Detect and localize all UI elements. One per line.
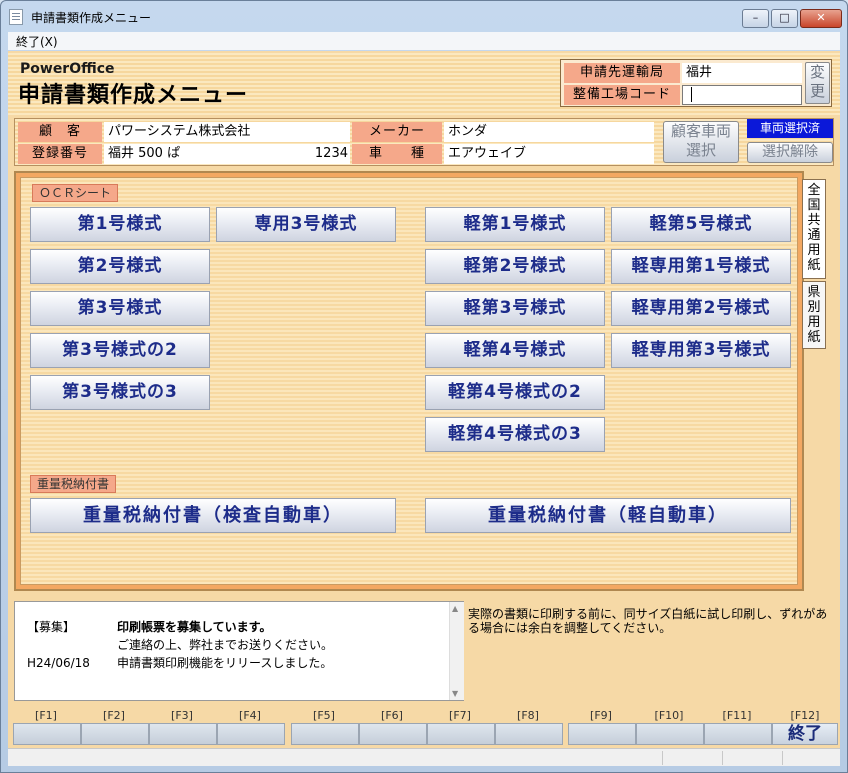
transport-bureau-label: 申請先運輸局 [564,63,680,83]
document-icon [9,9,23,25]
f1-button[interactable] [13,723,81,745]
scroll-down-icon[interactable]: ▼ [452,689,458,698]
forms-panel: ＯＣＲシート 第1号様式 専用3号様式 軽第1号様式 軽第5号様式 第2号様式 … [14,171,804,591]
registration-label: 登録番号 [18,144,102,164]
status-bar [8,748,840,766]
brand-logo: PowerOffice [20,61,115,77]
registration-number: 1234 [314,146,348,161]
fkey-label-f9: [F9] [590,709,612,722]
f9-button[interactable] [568,723,636,745]
news-date: H24/06/18 [27,656,90,670]
light-special-form-2-button[interactable]: 軽専用第2号様式 [611,291,791,326]
page-title: 申請書類作成メニュー [18,83,249,108]
forms-area: ＯＣＲシート 第1号様式 専用3号様式 軽第1号様式 軽第5号様式 第2号様式 … [20,177,798,585]
tab-national-label: 全国共通用紙 [807,183,821,273]
window-title: 申請書類作成メニュー [31,11,152,25]
ocr-section-label: ＯＣＲシート [32,184,119,202]
fkey-label-f3: [F3] [171,709,193,722]
maker-value: ホンダ [444,122,654,142]
minimize-button[interactable]: – [742,9,769,28]
form-3-3-button[interactable]: 第3号様式の3 [30,375,210,410]
scroll-up-icon[interactable]: ▲ [452,604,458,613]
header: PowerOffice 申請書類作成メニュー 申請先運輸局 福井 整備工場コード… [8,53,840,115]
news-tag: 【募集】 [27,620,76,634]
form-3-button[interactable]: 第3号様式 [30,291,210,326]
close-button[interactable]: ✕ [800,9,842,28]
factory-code-label: 整備工場コード [564,85,680,105]
fkey-label-f7: [F7] [449,709,471,722]
news-subtext: ご連絡の上、弊社までお送りください。 [117,638,334,652]
f4-button[interactable] [217,723,285,745]
fkey-label-f6: [F6] [381,709,403,722]
light-form-5-button[interactable]: 軽第5号様式 [611,207,791,242]
light-form-1-button[interactable]: 軽第1号様式 [425,207,605,242]
function-key-bar: [F1] [F2] [F3] [F4] [F5] [F6] [F7] [F8] … [8,707,840,747]
status-cell [722,751,782,765]
tax-light-car-button[interactable]: 重量税納付書（軽自動車） [425,498,791,533]
status-cell [662,751,722,765]
transport-bureau-value: 福井 [682,63,802,83]
title-bar: 申請書類作成メニュー – □ ✕ [1,1,847,31]
tax-inspection-car-button[interactable]: 重量税納付書（検査自動車） [30,498,396,533]
app-window: 申請書類作成メニュー – □ ✕ 終了(X) PowerOffice 申請書類作… [0,0,848,773]
light-form-4-3-button[interactable]: 軽第4号様式の3 [425,417,605,452]
customer-value: パワーシステム株式会社 [104,122,350,142]
fkey-label-f4: [F4] [239,709,261,722]
f2-button[interactable] [81,723,149,745]
fkey-label-f11: [F11] [722,709,752,722]
light-form-2-button[interactable]: 軽第2号様式 [425,249,605,284]
fkey-label-f2: [F2] [103,709,125,722]
customer-panel: 顧 客 パワーシステム株式会社 メーカー ホンダ 登録番号 福井 500 ぱ 1… [14,118,834,166]
f10-button[interactable] [636,723,704,745]
tab-national-forms[interactable]: 全国共通用紙 [802,179,826,279]
client-area: PowerOffice 申請書類作成メニュー 申請先運輸局 福井 整備工場コード… [8,51,840,766]
maximize-button[interactable]: □ [771,9,798,28]
light-form-3-button[interactable]: 軽第3号様式 [425,291,605,326]
light-form-4-button[interactable]: 軽第4号様式 [425,333,605,368]
f5-button[interactable] [291,723,359,745]
f7-button[interactable] [427,723,495,745]
news-release-text: 申請書類印刷機能をリリースしました。 [117,656,333,670]
office-settings: 申請先運輸局 福井 整備工場コード 変更 [560,59,832,107]
f11-button[interactable] [704,723,772,745]
light-special-form-1-button[interactable]: 軽専用第1号様式 [611,249,791,284]
fkey-label-f5: [F5] [313,709,335,722]
f3-button[interactable] [149,723,217,745]
customer-label: 顧 客 [18,122,102,142]
special-form-3-button[interactable]: 専用3号様式 [216,207,396,242]
f6-button[interactable] [359,723,427,745]
fkey-label-f10: [F10] [654,709,684,722]
f12-exit-button[interactable]: 終了 [772,723,838,745]
tax-section-label: 重量税納付書 [30,475,117,493]
tab-prefecture-label: 県別用紙 [807,285,821,345]
menu-exit[interactable]: 終了(X) [16,33,58,50]
maker-label: メーカー [352,122,442,142]
vehicle-selected-badge: 車両選択済 [747,119,833,138]
form-2-button[interactable]: 第2号様式 [30,249,210,284]
light-special-form-3-button[interactable]: 軽専用第3号様式 [611,333,791,368]
model-label: 車 種 [352,144,442,164]
fkey-label-f8: [F8] [517,709,539,722]
news-panel: 【募集】 印刷帳票を募集しています。 ご連絡の上、弊社までお送りください。 H2… [14,601,464,701]
light-form-4-2-button[interactable]: 軽第4号様式の2 [425,375,605,410]
change-button[interactable]: 変更 [805,62,830,104]
factory-code-input[interactable] [682,85,802,105]
clear-selection-button[interactable]: 選択解除 [747,142,833,163]
tab-prefecture-forms[interactable]: 県別用紙 [802,281,826,349]
select-customer-vehicle-button[interactable]: 顧客車両選択 [663,121,739,163]
news-headline: 印刷帳票を募集しています。 [117,620,272,634]
status-cell [782,751,838,765]
print-notice: 実際の書類に印刷する前に、同サイズ白紙に試し印刷し、ずれがある場合には余白を調整… [468,607,828,635]
f8-button[interactable] [495,723,563,745]
model-value: エアウェイブ [444,144,654,164]
form-3-2-button[interactable]: 第3号様式の2 [30,333,210,368]
menu-bar: 終了(X) [8,32,840,50]
news-scrollbar[interactable]: ▲ ▼ [449,602,464,700]
fkey-label-f12: [F12] [790,709,820,722]
fkey-label-f1: [F1] [35,709,57,722]
form-1-button[interactable]: 第1号様式 [30,207,210,242]
registration-region: 福井 500 ぱ [108,146,181,161]
registration-value: 福井 500 ぱ 1234 [104,144,350,164]
